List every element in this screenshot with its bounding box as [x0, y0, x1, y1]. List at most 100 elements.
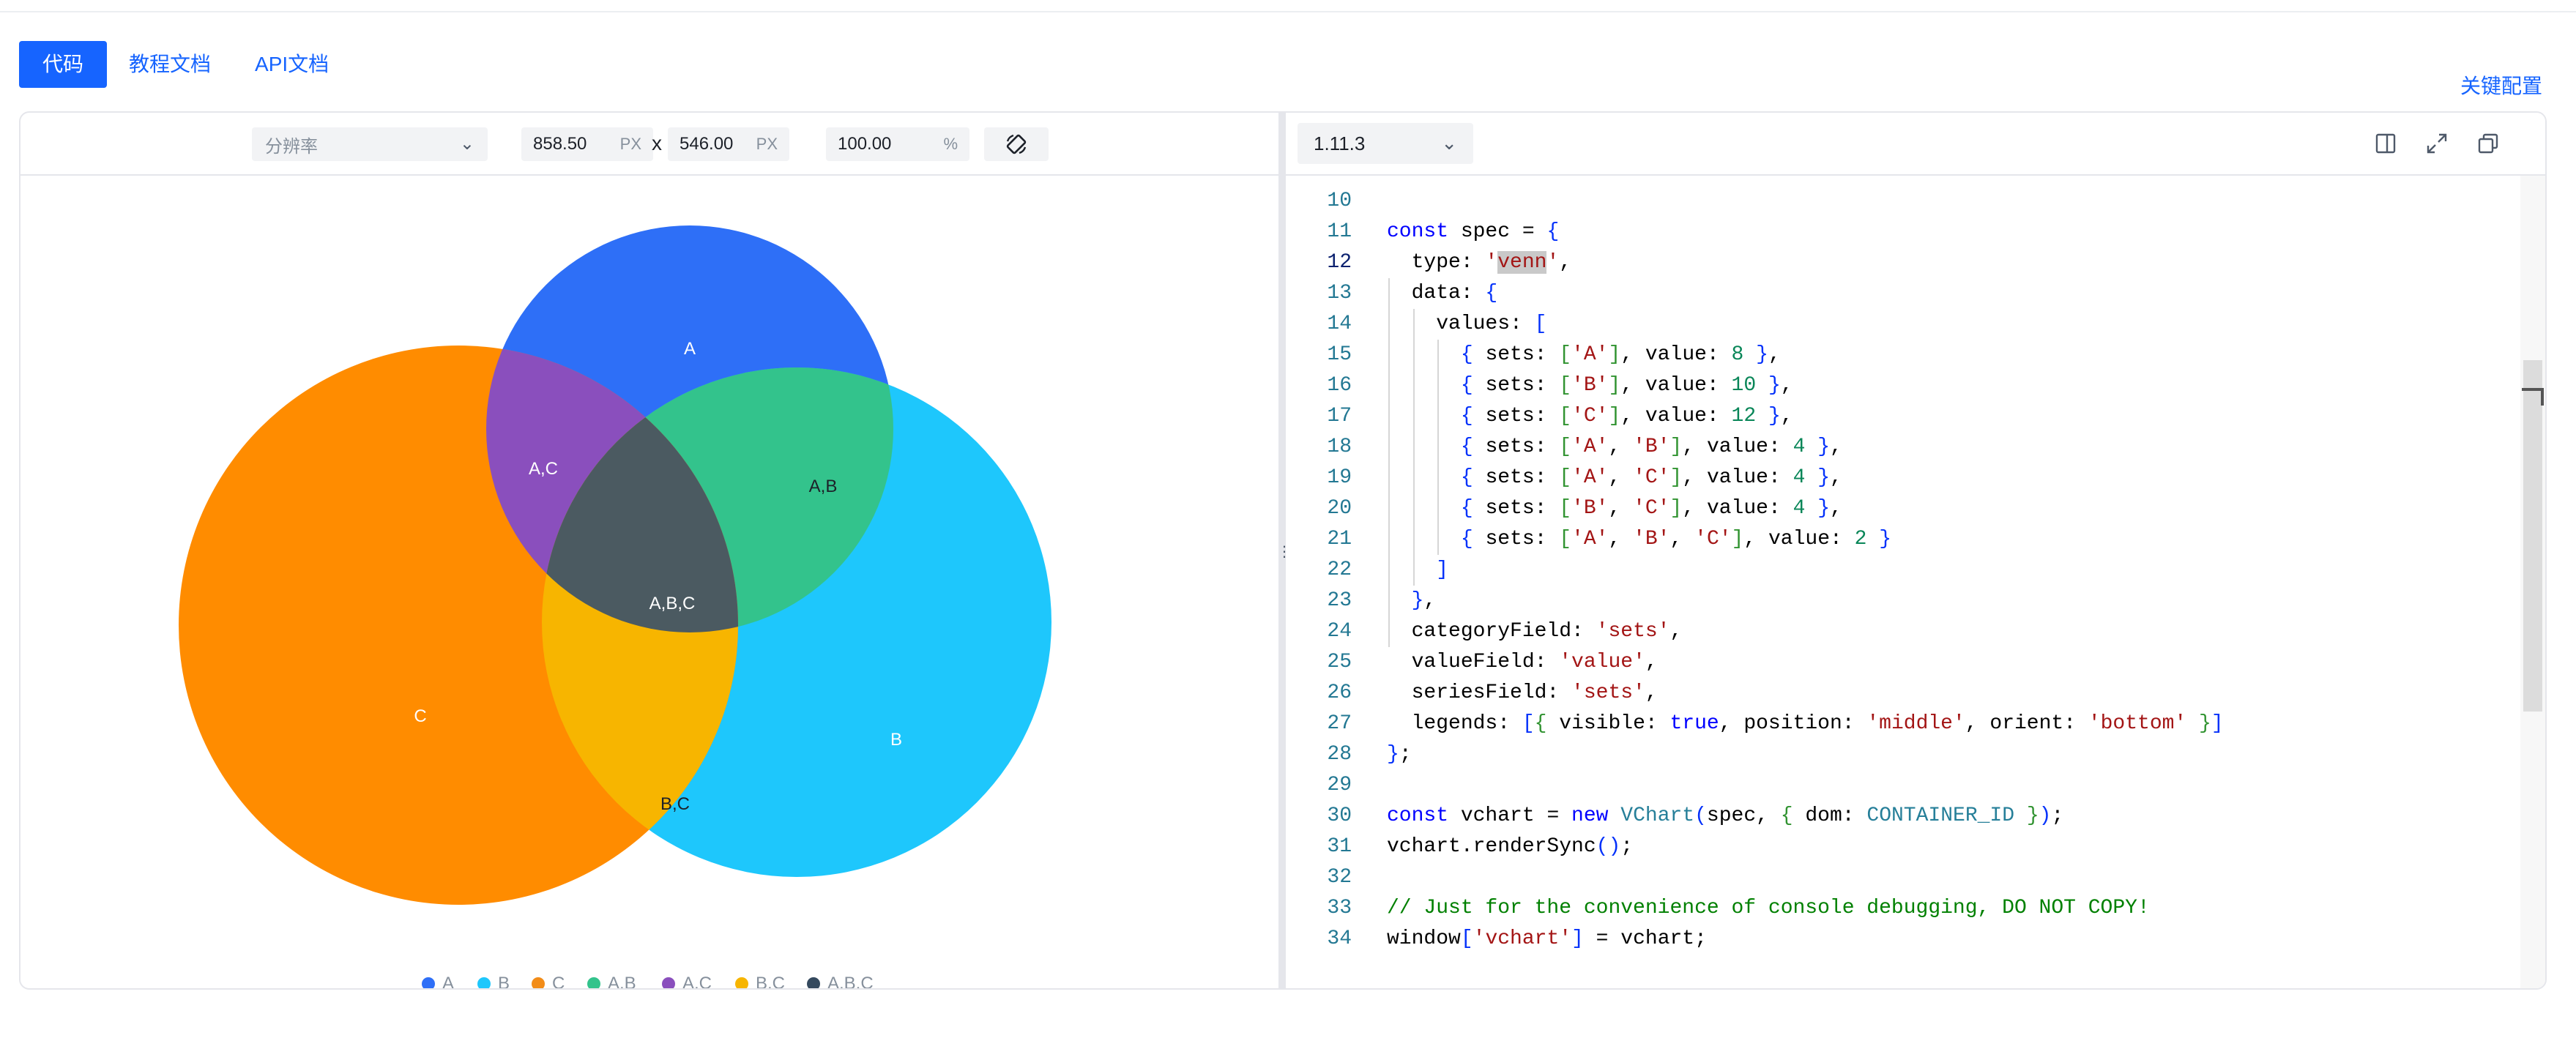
- playground-panel: 分辨率 ⌄ 858.50 PX x 546.00 PX 100.00 % A B…: [19, 111, 2547, 990]
- copy-icon: [2478, 133, 2498, 154]
- code-line[interactable]: 14 values: [: [1286, 309, 2520, 340]
- editor-scrollbar[interactable]: [2520, 176, 2545, 988]
- code-line[interactable]: 21 { sets: ['A', 'B', 'C'], value: 2 }: [1286, 524, 2520, 555]
- code-text: data: {: [1387, 282, 1498, 305]
- legend-item-ab[interactable]: A,B: [587, 974, 636, 990]
- line-number: 20: [1327, 497, 1352, 520]
- code-line[interactable]: 10: [1286, 186, 2520, 217]
- code-editor[interactable]: 10 11 const spec = {12 type: 'venn', 13 dat…: [1286, 176, 2520, 988]
- legend-item-b[interactable]: B: [477, 974, 510, 990]
- code-line[interactable]: 27 legends: [{ visible: true, position: …: [1286, 709, 2520, 739]
- line-number: 29: [1327, 774, 1352, 796]
- legend-marker: [477, 977, 491, 988]
- code-text: { sets: ['A', 'B', 'C'], value: 2 }: [1460, 528, 1892, 550]
- copy-button[interactable]: [2472, 127, 2504, 160]
- legend-label: C: [552, 974, 565, 990]
- zoom-value: 100.00: [838, 134, 892, 154]
- code-text: categoryField: 'sets',: [1387, 620, 1683, 643]
- line-number: 10: [1327, 190, 1352, 212]
- venn-label-a: A: [684, 339, 696, 359]
- indent-guide: [1412, 309, 1415, 586]
- line-number: 33: [1327, 897, 1352, 919]
- line-number: 24: [1327, 620, 1352, 643]
- code-text: { sets: ['A', 'C'], value: 4 },: [1460, 466, 1842, 489]
- line-number: 27: [1327, 712, 1352, 735]
- line-number: 18: [1327, 436, 1352, 458]
- key-config-link[interactable]: 关键配置: [2460, 70, 2542, 100]
- zoom-unit: %: [943, 135, 958, 153]
- code-text: values: [: [1387, 313, 1547, 335]
- line-number: 15: [1327, 343, 1352, 366]
- fullscreen-button[interactable]: [2421, 127, 2453, 160]
- code-line[interactable]: 20 { sets: ['B', 'C'], value: 4 },: [1286, 493, 2520, 524]
- editor-toolbar: 1.11.3 ⌄: [1286, 113, 2545, 176]
- code-line[interactable]: 16 { sets: ['B'], value: 10 },: [1286, 370, 2520, 401]
- venn-chart: A B C A,B A,C B,C A,B,C: [179, 225, 1051, 905]
- code-line[interactable]: 15 { sets: ['A'], value: 8 },: [1286, 340, 2520, 370]
- legend-item-c[interactable]: C: [532, 974, 565, 990]
- code-line[interactable]: 22 ]: [1286, 555, 2520, 586]
- line-number: 26: [1327, 682, 1352, 704]
- code-line[interactable]: 19 { sets: ['A', 'C'], value: 4 },: [1286, 463, 2520, 493]
- code-line[interactable]: 31 vchart.renderSync();: [1286, 832, 2520, 862]
- zoom-input[interactable]: 100.00 %: [826, 127, 969, 161]
- venn-label-b: B: [890, 730, 902, 750]
- code-text: },: [1411, 589, 1437, 612]
- venn-label-abc: A,B,C: [649, 594, 696, 613]
- legend-item-bc[interactable]: B,C: [735, 974, 785, 988]
- tab-code[interactable]: 代码: [19, 41, 108, 88]
- code-line[interactable]: 33 // Just for the convenience of console…: [1286, 893, 2520, 924]
- code-line[interactable]: 29: [1286, 770, 2520, 801]
- width-input[interactable]: 858.50 PX: [521, 127, 653, 161]
- code-line[interactable]: 34 window['vchart'] = vchart;: [1286, 924, 2520, 955]
- code-line[interactable]: 28};: [1286, 739, 2520, 770]
- code-line[interactable]: 25 valueField: 'value',: [1286, 647, 2520, 678]
- legend-label: B: [498, 974, 510, 990]
- legend-marker: [532, 977, 545, 988]
- code-line[interactable]: 24 categoryField: 'sets',: [1286, 616, 2520, 647]
- legend-label: A,B: [608, 974, 636, 990]
- code-line[interactable]: 23 },: [1286, 586, 2520, 616]
- legend-item-abc[interactable]: A,B,C: [807, 974, 874, 988]
- times-sign: x: [652, 132, 662, 154]
- line-number: 21: [1327, 528, 1352, 550]
- version-value: 1.11.3: [1314, 132, 1366, 154]
- venn-label-ab: A,B: [809, 477, 838, 496]
- rotate-icon: [1006, 134, 1027, 154]
- code-line[interactable]: 11 const spec = {: [1286, 217, 2520, 247]
- code-text: const vchart = new VChart(spec, { dom: C…: [1387, 804, 2064, 827]
- code-line[interactable]: 13 data: {: [1286, 278, 2520, 309]
- code-line[interactable]: 18 { sets: ['A', 'B'], value: 4 },: [1286, 432, 2520, 463]
- code-text: ]: [1436, 559, 1449, 581]
- version-select[interactable]: 1.11.3 ⌄: [1298, 123, 1473, 164]
- code-text: type: 'venn',: [1387, 251, 1572, 274]
- code-line[interactable]: 12 type: 'venn',: [1286, 247, 2520, 278]
- code-line[interactable]: 26 seriesField: 'sets',: [1286, 678, 2520, 709]
- split-view-button[interactable]: [2370, 127, 2402, 160]
- code-line[interactable]: 32: [1286, 862, 2520, 893]
- code-line[interactable]: 30 const vchart = new VChart(spec, { dom:…: [1286, 801, 2520, 832]
- code-text: valueField: 'value',: [1387, 651, 1658, 673]
- code-text: // Just for the convenience of console d…: [1387, 897, 2150, 919]
- line-number: 12: [1327, 251, 1352, 274]
- line-number: 19: [1327, 466, 1352, 489]
- scrollbar-thumb[interactable]: [2523, 360, 2542, 712]
- resolution-select[interactable]: 分辨率 ⌄: [252, 127, 488, 161]
- legend-item-a[interactable]: A: [422, 974, 454, 988]
- top-divider: [0, 11, 2576, 12]
- legend-item-ac[interactable]: A,C: [662, 974, 712, 988]
- editor-pane: 1.11.3 ⌄ 10 11 const spec = {12 type: 'ven…: [1286, 113, 2545, 988]
- line-number: 25: [1327, 651, 1352, 673]
- code-text: vchart.renderSync();: [1387, 835, 1634, 858]
- code-text: { sets: ['B', 'C'], value: 4 },: [1460, 497, 1842, 520]
- line-number: 11: [1327, 220, 1352, 243]
- indent-guide: [1388, 278, 1390, 647]
- split-view-icon: [2375, 133, 2396, 154]
- rotate-button[interactable]: [984, 127, 1049, 161]
- code-line[interactable]: 17 { sets: ['C'], value: 12 },: [1286, 401, 2520, 432]
- tab-api[interactable]: API文档: [233, 41, 351, 88]
- tab-tutorial[interactable]: 教程文档: [107, 41, 233, 88]
- height-input[interactable]: 546.00 PX: [668, 127, 789, 161]
- line-number: 32: [1327, 866, 1352, 889]
- code-text: { sets: ['B'], value: 10 },: [1460, 374, 1793, 397]
